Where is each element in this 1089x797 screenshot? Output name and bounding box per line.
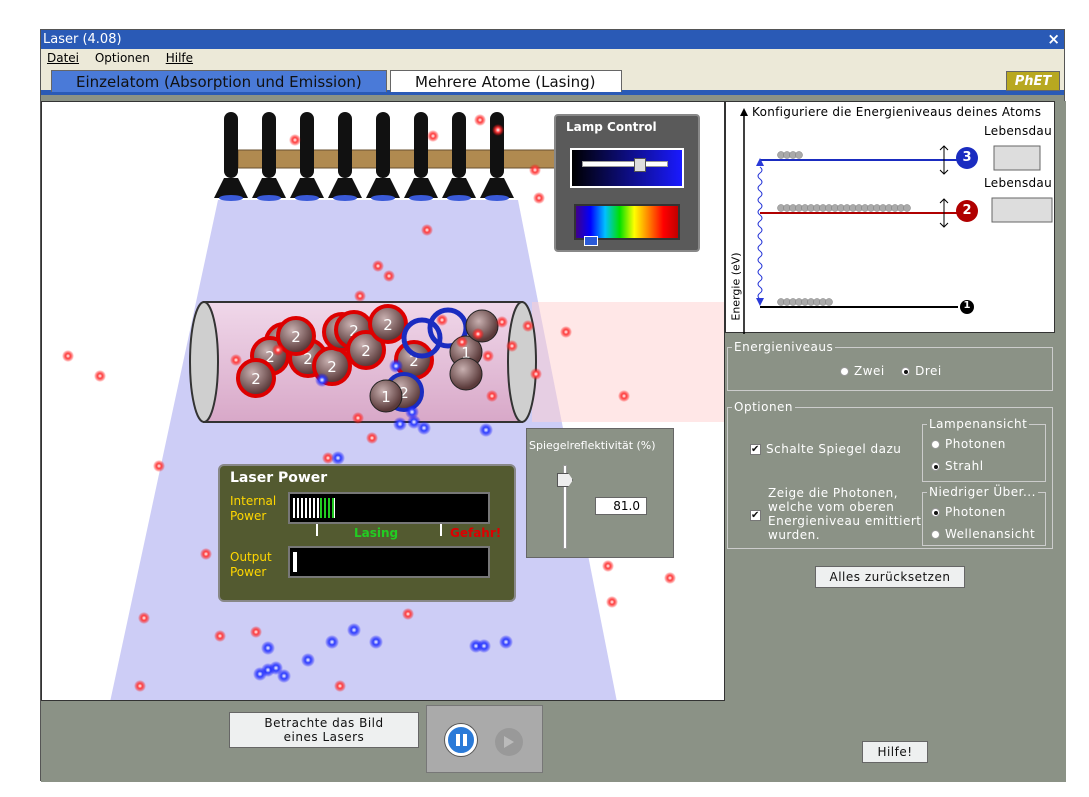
phet-logo[interactable]: PhET: [1006, 71, 1060, 91]
atom-excited: 2: [236, 358, 276, 398]
svg-text:2: 2: [291, 328, 301, 346]
atom-excited: 2: [368, 304, 408, 344]
lamp-view-group: Lampenansicht Photonen Strahl: [922, 417, 1046, 482]
svg-text:2: 2: [327, 358, 337, 376]
lamp-control-panel: Lamp Control: [554, 114, 700, 252]
svg-text:1: 1: [381, 388, 391, 406]
close-icon[interactable]: ×: [1047, 30, 1060, 49]
lamp-rod: [237, 149, 559, 169]
menu-bar: Datei Optionen Hilfe: [41, 49, 1064, 67]
step-button[interactable]: [495, 728, 523, 756]
menu-file[interactable]: Datei: [47, 51, 79, 65]
reflectivity-slider-thumb[interactable]: [557, 473, 573, 487]
help-button[interactable]: Hilfe!: [862, 741, 928, 763]
intensity-slider[interactable]: [570, 148, 684, 188]
reset-all-button[interactable]: Alles zurücksetzen: [815, 566, 965, 588]
step-icon: [504, 736, 514, 748]
energy-levels-legend: Energieniveaus: [732, 340, 836, 354]
output-power-fill: [293, 552, 297, 572]
playback-controls: [426, 705, 543, 773]
svg-text:2: 2: [361, 342, 371, 360]
danger-label: Gefahr!: [450, 526, 502, 540]
title-bar: Laser (4.08) ×: [41, 30, 1064, 49]
lasing-label: Lasing: [354, 526, 399, 540]
tab-single-atom[interactable]: Einzelatom (Absorption und Emission): [51, 70, 387, 92]
output-power-meter: [288, 546, 490, 578]
right-mirror: [507, 301, 537, 423]
internal-power-label: Internal Power: [230, 494, 277, 523]
mirrors-checkbox[interactable]: ✔ Schalte Spiegel dazu: [750, 442, 901, 456]
energy-levels-group: Energieniveaus Zwei Drei: [727, 340, 1053, 391]
pause-button[interactable]: [445, 724, 477, 756]
options-legend: Optionen: [732, 400, 796, 414]
tab-bar: Einzelatom (Absorption und Emission) Meh…: [41, 67, 1064, 95]
lifetime-slider-2: [991, 197, 1053, 223]
mirror-reflectivity-title: Spiegelreflektivität (%): [529, 439, 656, 452]
window-title: Laser (4.08): [43, 32, 122, 47]
level-2-label: 2: [962, 203, 972, 218]
simulation-canvas: 2 2 2 2 2 2 2 2 2 2 2 2 1 1: [41, 101, 725, 701]
intensity-slider-thumb[interactable]: [634, 158, 646, 172]
svg-text:2: 2: [251, 370, 261, 388]
reflectivity-value[interactable]: 81.0: [595, 497, 647, 515]
menu-options[interactable]: Optionen: [95, 51, 150, 65]
energy-diagram: Konfiguriere die Energieniveaus deines A…: [725, 101, 1055, 334]
lower-view-wave-radio[interactable]: Wellenansicht: [931, 527, 1035, 541]
output-power-label: Output Power: [230, 550, 272, 579]
app-window: Laser (4.08) × Datei Optionen Hilfe Einz…: [40, 29, 1066, 782]
atom-ground: [449, 357, 483, 391]
lamp-view-photons-radio[interactable]: Photonen: [931, 437, 1006, 451]
left-mirror: [189, 301, 219, 423]
lamp-control-title: Lamp Control: [566, 120, 657, 134]
lifetime-label-2: Lebensdau: [984, 176, 1052, 190]
atom-ground: 1: [369, 379, 403, 413]
two-levels-radio[interactable]: Zwei: [840, 364, 885, 378]
internal-power-meter: [288, 492, 490, 524]
wavelength-slider[interactable]: [574, 204, 680, 246]
lifetime-slider-3: [993, 145, 1041, 171]
pause-icon: [456, 734, 460, 746]
laser-power-panel: Laser Power Internal Power Lasing Gefahr…: [218, 464, 516, 602]
options-group: Optionen ✔ Schalte Spiegel dazu ✔ Zeige d…: [727, 400, 1053, 549]
laser-power-title: Laser Power: [230, 470, 328, 486]
wavelength-slider-thumb[interactable]: [584, 236, 598, 246]
view-laser-picture-button[interactable]: Betrachte das Bild eines Lasers: [229, 712, 419, 748]
three-levels-radio[interactable]: Drei: [901, 364, 942, 378]
lower-view-photons-radio[interactable]: Photonen: [931, 505, 1006, 519]
show-photons-checkbox[interactable]: ✔ Zeige die Photonen, welche vom oberen …: [750, 486, 930, 542]
mirror-reflectivity-panel: Spiegelreflektivität (%) 81.0: [526, 428, 674, 558]
tab-multiple-atoms[interactable]: Mehrere Atome (Lasing): [390, 70, 622, 92]
energy-diagram-title: Konfiguriere die Energieniveaus deines A…: [752, 105, 1042, 119]
level-3-label: 3: [962, 150, 972, 165]
menu-help[interactable]: Hilfe: [166, 51, 193, 65]
lifetime-label-3: Lebensdau: [984, 124, 1052, 138]
energy-axis-label: Energie (eV): [729, 252, 743, 321]
svg-text:2: 2: [383, 316, 393, 334]
lamp-view-beam-radio[interactable]: Strahl: [931, 459, 984, 473]
control-panel: Konfiguriere die Energieniveaus deines A…: [725, 101, 1066, 701]
lower-view-group: Niedriger Über... Photonen Wellenansicht: [922, 485, 1046, 546]
level-1-label: 1: [963, 300, 971, 311]
laser-beam: [532, 302, 724, 422]
bottom-bar: Betrachte das Bild eines Lasers Hilfe!: [41, 701, 1066, 782]
